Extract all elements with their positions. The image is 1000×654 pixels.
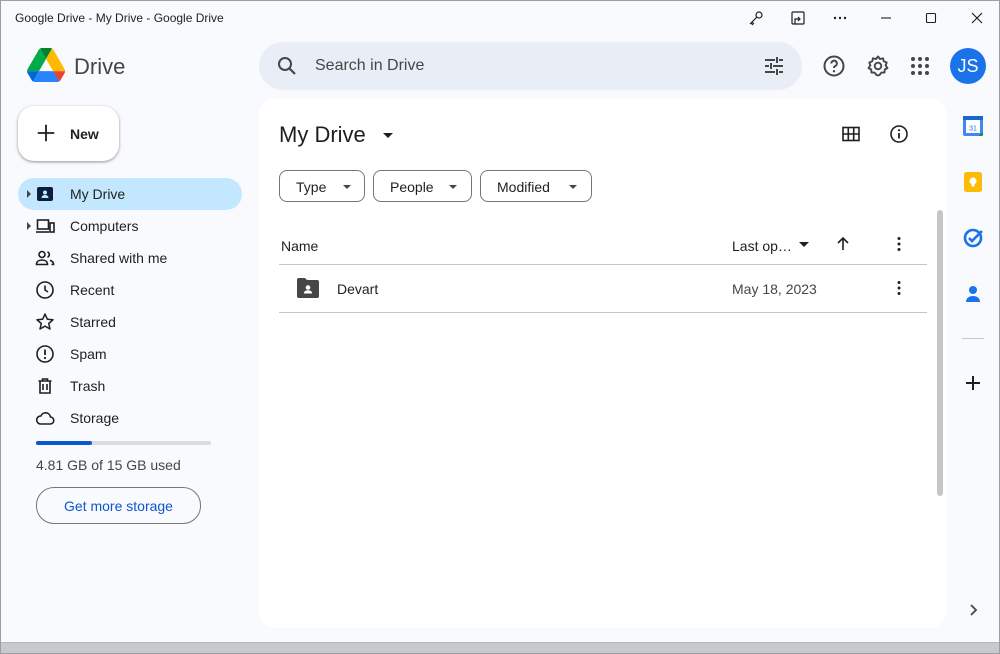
chevron-down-icon	[449, 185, 457, 189]
drive-logo-icon[interactable]	[27, 48, 65, 82]
sidebar-item-label: Shared with me	[70, 250, 168, 266]
file-row[interactable]: Devart May 18, 2023	[279, 265, 927, 312]
new-button-label: New	[70, 126, 99, 142]
title-bar: Google Drive - My Drive - Google Drive	[1, 1, 999, 35]
storage-usage-text: 4.81 GB of 15 GB used	[36, 457, 181, 473]
cloud-icon	[35, 412, 55, 425]
help-icon[interactable]	[822, 54, 846, 78]
calendar-day-text: 31	[969, 126, 977, 133]
sidebar-item-label: Trash	[70, 378, 106, 394]
sort-direction-arrow-icon[interactable]	[835, 236, 851, 252]
filter-chip-label: Type	[296, 179, 327, 195]
chevron-down-icon	[569, 185, 577, 189]
search-options-icon[interactable]	[762, 54, 786, 78]
filter-people-chip[interactable]: People	[373, 170, 472, 202]
add-app-plus-icon[interactable]	[962, 372, 984, 394]
storage-usage-fill	[36, 441, 92, 445]
close-icon[interactable]	[955, 1, 999, 35]
sidebar-item-starred[interactable]: Starred	[18, 306, 242, 338]
sidebar-item-shared-with-me[interactable]: Shared with me	[18, 242, 242, 274]
sidebar-item-spam[interactable]: Spam	[18, 338, 242, 370]
sidebar-item-trash[interactable]: Trash	[18, 370, 242, 402]
sidebar-item-my-drive[interactable]: My Drive	[18, 178, 242, 210]
minimize-icon[interactable]	[864, 1, 908, 35]
shared-folder-icon	[297, 278, 319, 298]
more-options-icon[interactable]	[818, 1, 862, 35]
sidebar-item-label: Computers	[70, 218, 139, 234]
account-avatar[interactable]: JS	[950, 48, 986, 84]
app-name[interactable]: Drive	[74, 54, 125, 80]
filter-chip-label: Modified	[497, 179, 550, 195]
new-button[interactable]: New	[18, 106, 119, 161]
sidebar-item-label: My Drive	[70, 186, 126, 202]
column-header-last-opened[interactable]: Last op…	[732, 238, 792, 254]
key-icon[interactable]	[734, 1, 778, 35]
plus-icon	[37, 124, 55, 142]
sidebar-item-label: Recent	[70, 282, 115, 298]
trash-icon	[38, 378, 52, 394]
get-more-storage-button[interactable]: Get more storage	[36, 487, 201, 524]
column-more-icon[interactable]	[889, 234, 909, 254]
expand-caret-icon[interactable]	[27, 190, 31, 198]
filter-chip-label: People	[390, 179, 434, 195]
filter-modified-chip[interactable]: Modified	[480, 170, 592, 202]
sidebar-item-label: Starred	[70, 314, 116, 330]
sidebar-item-label: Storage	[70, 410, 120, 426]
chevron-right-icon[interactable]	[962, 599, 984, 621]
sort-field-dropdown-icon[interactable]	[799, 242, 809, 247]
filter-type-chip[interactable]: Type	[279, 170, 365, 202]
apps-grid-icon[interactable]	[908, 54, 932, 78]
row-more-actions-icon[interactable]	[889, 278, 909, 298]
maximize-icon[interactable]	[909, 1, 953, 35]
file-last-opened: May 18, 2023	[732, 281, 817, 297]
info-icon[interactable]	[889, 124, 909, 144]
expand-caret-icon[interactable]	[27, 222, 31, 230]
sidebar-item-label: Spam	[70, 346, 107, 362]
spam-icon	[36, 345, 54, 363]
search-input[interactable]: Search in Drive	[315, 57, 424, 75]
contacts-icon[interactable]	[962, 283, 984, 305]
my-drive-icon	[37, 187, 53, 201]
sidebar-item-recent[interactable]: Recent	[18, 274, 242, 306]
clock-icon	[36, 281, 54, 299]
title-dropdown-icon[interactable]	[383, 133, 393, 138]
horizontal-scrollbar[interactable]	[1, 642, 999, 653]
computers-icon	[36, 219, 55, 233]
keep-icon[interactable]	[962, 171, 984, 193]
sidebar-item-storage[interactable]: Storage	[18, 402, 242, 434]
app-available-icon[interactable]	[776, 1, 820, 35]
star-icon	[36, 313, 54, 330]
chevron-down-icon	[343, 185, 351, 189]
people-icon	[35, 250, 55, 266]
sidebar-item-computers[interactable]: Computers	[18, 210, 242, 242]
grid-view-icon[interactable]	[841, 124, 861, 144]
search-bar[interactable]: Search in Drive	[259, 42, 802, 90]
column-header-name[interactable]: Name	[281, 238, 318, 254]
storage-usage-bar	[36, 441, 211, 445]
main-panel: My Drive Type People Modified Name Last …	[259, 98, 946, 628]
browser-window: Google Drive - My Drive - Google Drive D…	[0, 0, 1000, 654]
page-title[interactable]: My Drive	[279, 122, 366, 148]
calendar-icon[interactable]: 31	[962, 115, 984, 137]
side-panel-divider	[962, 338, 984, 339]
window-title: Google Drive - My Drive - Google Drive	[15, 11, 224, 25]
settings-gear-icon[interactable]	[866, 54, 890, 78]
search-icon[interactable]	[275, 54, 299, 78]
file-name: Devart	[337, 281, 379, 297]
vertical-scrollbar[interactable]	[937, 210, 943, 496]
tasks-icon[interactable]	[962, 227, 984, 249]
row-divider	[279, 312, 927, 313]
